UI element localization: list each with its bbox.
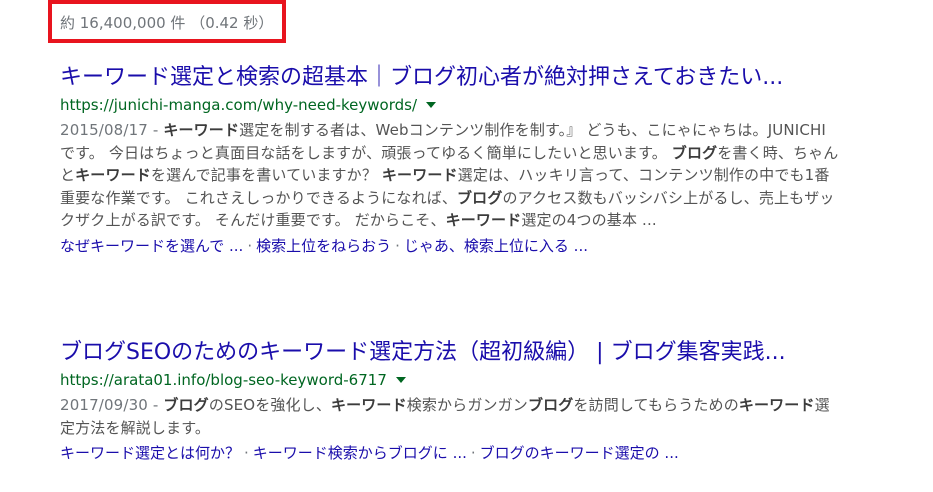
- snippet-keyword: キーワード: [163, 121, 240, 139]
- result-url[interactable]: https://arata01.info/blog-seo-keyword-67…: [60, 371, 387, 389]
- snippet-keyword: キーワード: [738, 396, 815, 414]
- separator: ·: [470, 444, 476, 463]
- separator: ·: [247, 236, 253, 255]
- sitelink[interactable]: 検索上位をねらおう: [256, 237, 391, 255]
- search-result: キーワード選定と検索の超基本｜ブログ初心者が絶対押さえておきたい... http…: [60, 64, 860, 258]
- snippet-body: キーワード選定を制する者は、Webコンテンツ制作を制す。』 どうも、こにゃにゃち…: [60, 121, 838, 229]
- search-result: ブログSEOのためのキーワード選定方法（超初級編） | ブログ集客実践... h…: [60, 339, 860, 465]
- snippet-keyword: ブログ: [671, 143, 718, 162]
- snippet-keyword: キーワード: [330, 396, 407, 414]
- snippet-keyword: キーワード: [381, 166, 458, 185]
- snippet-text: を選んで記事を書いていますか？: [150, 166, 382, 185]
- snippet-keyword: キーワード: [75, 166, 151, 185]
- snippet-text: のSEOを強化し、: [208, 396, 331, 414]
- sitelink[interactable]: キーワード選定とは何か？: [60, 444, 240, 462]
- snippet-text: 検索からガンガン: [406, 396, 528, 414]
- result-date: 2017/09/30 -: [60, 396, 164, 414]
- separator: ·: [395, 236, 400, 255]
- result-date: 2015/08/17 -: [60, 121, 164, 139]
- dropdown-caret-icon[interactable]: [395, 377, 406, 383]
- snippet-keyword: ブログ: [457, 188, 503, 207]
- sitelink[interactable]: ブログのキーワード選定の ...: [480, 444, 679, 462]
- dropdown-caret-icon[interactable]: [426, 102, 437, 108]
- separator: ·: [244, 444, 249, 463]
- result-url-row: https://junichi-manga.com/why-need-keywo…: [60, 94, 860, 116]
- snippet-body: ブログのSEOを強化し、キーワード検索からガンガンブログを訪問してもらうためのキ…: [60, 396, 830, 437]
- snippet-keyword: キーワード: [445, 211, 522, 230]
- result-title-link[interactable]: ブログSEOのためのキーワード選定方法（超初級編） | ブログ集客実践...: [60, 339, 860, 367]
- sitelink[interactable]: じゃあ、検索上位に入る ...: [404, 237, 588, 255]
- result-url[interactable]: https://junichi-manga.com/why-need-keywo…: [60, 96, 417, 114]
- sitelinks: キーワード選定とは何か？ · キーワード検索からブログに ... · ブログのキーワード…: [60, 441, 860, 465]
- result-snippet: 2017/09/30 - ブログのSEOを強化し、キーワード検索からガンガンブロ…: [60, 394, 840, 439]
- snippet-keyword: ブログ: [527, 396, 574, 414]
- result-title-link[interactable]: キーワード選定と検索の超基本｜ブログ初心者が絶対押さえておきたい...: [60, 64, 860, 92]
- result-snippet: 2015/08/17 - キーワード選定を制する者は、Webコンテンツ制作を制す…: [60, 119, 840, 232]
- result-url-row: https://arata01.info/blog-seo-keyword-67…: [60, 369, 860, 391]
- sitelink[interactable]: キーワード検索からブログに ...: [253, 444, 467, 462]
- snippet-text: を訪問してもらうための: [573, 396, 739, 414]
- snippet-text: 選定の4つの基本 ...: [521, 211, 657, 230]
- result-stats: 約 16,400,000 件 （0.42 秒）: [60, 14, 274, 32]
- snippet-keyword: ブログ: [163, 396, 209, 414]
- sitelinks: なぜキーワードを選んで ... · 検索上位をねらおう · じゃあ、検索上位に入る ..…: [60, 234, 860, 258]
- sitelink[interactable]: なぜキーワードを選んで ...: [60, 237, 243, 255]
